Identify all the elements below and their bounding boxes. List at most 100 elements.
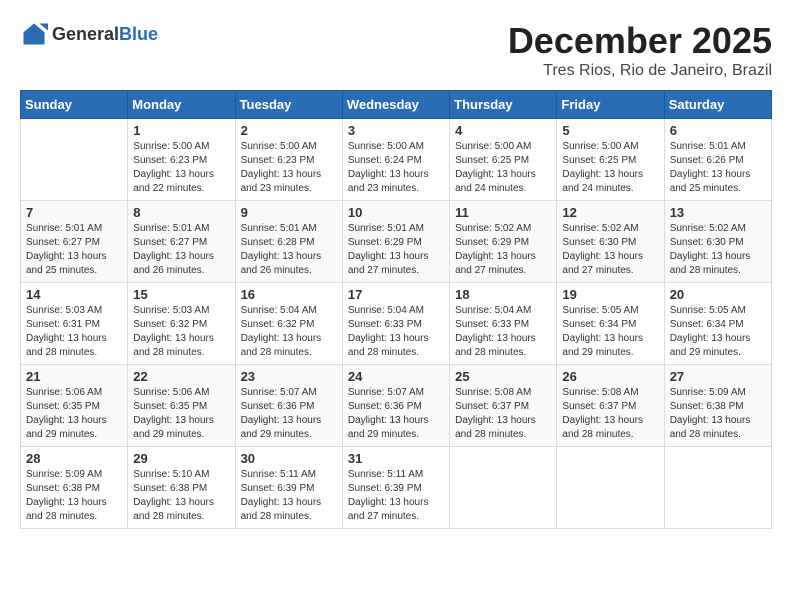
- calendar-cell: 5 Sunrise: 5:00 AMSunset: 6:25 PMDaylight…: [557, 119, 664, 201]
- calendar-cell: 15 Sunrise: 5:03 AMSunset: 6:32 PMDayligh…: [128, 283, 235, 365]
- calendar-cell: 8 Sunrise: 5:01 AMSunset: 6:27 PMDaylight…: [128, 201, 235, 283]
- calendar-cell: 4 Sunrise: 5:00 AMSunset: 6:25 PMDaylight…: [450, 119, 557, 201]
- day-info: Sunrise: 5:05 AMSunset: 6:34 PMDaylight:…: [670, 304, 766, 360]
- day-number: 17: [348, 287, 444, 302]
- calendar-cell: 31 Sunrise: 5:11 AMSunset: 6:39 PMDayligh…: [342, 447, 449, 529]
- weekday-header-sunday: Sunday: [21, 91, 128, 119]
- day-number: 18: [455, 287, 551, 302]
- logo: GeneralBlue: [20, 20, 158, 48]
- day-number: 22: [133, 369, 229, 384]
- day-info: Sunrise: 5:11 AMSunset: 6:39 PMDaylight:…: [241, 468, 337, 524]
- day-number: 3: [348, 123, 444, 138]
- logo-blue: Blue: [119, 24, 158, 44]
- calendar-cell: 16 Sunrise: 5:04 AMSunset: 6:32 PMDayligh…: [235, 283, 342, 365]
- calendar-cell: 12Sunrise: 5:02 AMSunset: 6:30 PMDayligh…: [557, 201, 664, 283]
- day-info: Sunrise: 5:00 AMSunset: 6:25 PMDaylight:…: [455, 140, 551, 196]
- day-info: Sunrise: 5:09 AMSunset: 6:38 PMDaylight:…: [26, 468, 122, 524]
- calendar-cell: 10 Sunrise: 5:01 AMSunset: 6:29 PMDayligh…: [342, 201, 449, 283]
- day-info: Sunrise: 5:01 AMSunset: 6:27 PMDaylight:…: [26, 222, 122, 278]
- week-row-2: 7 Sunrise: 5:01 AMSunset: 6:27 PMDaylight…: [21, 201, 772, 283]
- day-number: 11: [455, 205, 551, 220]
- day-number: 6: [670, 123, 766, 138]
- day-info: Sunrise: 5:02 AMSunset: 6:30 PMDaylight:…: [562, 222, 658, 278]
- day-number: 30: [241, 451, 337, 466]
- day-info: Sunrise: 5:00 AMSunset: 6:23 PMDaylight:…: [133, 140, 229, 196]
- day-number: 4: [455, 123, 551, 138]
- day-info: Sunrise: 5:07 AMSunset: 6:36 PMDaylight:…: [348, 386, 444, 442]
- day-info: Sunrise: 5:04 AMSunset: 6:33 PMDaylight:…: [348, 304, 444, 360]
- day-info: Sunrise: 5:08 AMSunset: 6:37 PMDaylight:…: [562, 386, 658, 442]
- calendar-cell: 18 Sunrise: 5:04 AMSunset: 6:33 PMDayligh…: [450, 283, 557, 365]
- day-info: Sunrise: 5:01 AMSunset: 6:27 PMDaylight:…: [133, 222, 229, 278]
- day-info: Sunrise: 5:11 AMSunset: 6:39 PMDaylight:…: [348, 468, 444, 524]
- day-number: 10: [348, 205, 444, 220]
- calendar-cell: 14 Sunrise: 5:03 AMSunset: 6:31 PMDayligh…: [21, 283, 128, 365]
- day-info: Sunrise: 5:03 AMSunset: 6:32 PMDaylight:…: [133, 304, 229, 360]
- day-info: Sunrise: 5:02 AMSunset: 6:29 PMDaylight:…: [455, 222, 551, 278]
- day-number: 16: [241, 287, 337, 302]
- month-title: December 2025: [508, 20, 772, 62]
- calendar-cell: 20 Sunrise: 5:05 AMSunset: 6:34 PMDayligh…: [664, 283, 771, 365]
- location-subtitle: Tres Rios, Rio de Janeiro, Brazil: [508, 62, 772, 80]
- day-info: Sunrise: 5:06 AMSunset: 6:35 PMDaylight:…: [26, 386, 122, 442]
- calendar-cell: [557, 447, 664, 529]
- calendar-cell: 13Sunrise: 5:02 AMSunset: 6:30 PMDayligh…: [664, 201, 771, 283]
- weekday-header-monday: Monday: [128, 91, 235, 119]
- calendar-cell: [21, 119, 128, 201]
- day-number: 26: [562, 369, 658, 384]
- calendar-cell: 23Sunrise: 5:07 AMSunset: 6:36 PMDayligh…: [235, 365, 342, 447]
- calendar-cell: 11 Sunrise: 5:02 AMSunset: 6:29 PMDayligh…: [450, 201, 557, 283]
- day-number: 9: [241, 205, 337, 220]
- calendar-cell: 1 Sunrise: 5:00 AMSunset: 6:23 PMDaylight…: [128, 119, 235, 201]
- calendar-cell: 30 Sunrise: 5:11 AMSunset: 6:39 PMDayligh…: [235, 447, 342, 529]
- weekday-header-wednesday: Wednesday: [342, 91, 449, 119]
- calendar-cell: 17 Sunrise: 5:04 AMSunset: 6:33 PMDayligh…: [342, 283, 449, 365]
- calendar-cell: 28Sunrise: 5:09 AMSunset: 6:38 PMDayligh…: [21, 447, 128, 529]
- day-number: 19: [562, 287, 658, 302]
- calendar-cell: 27Sunrise: 5:09 AMSunset: 6:38 PMDayligh…: [664, 365, 771, 447]
- calendar-table: SundayMondayTuesdayWednesdayThursdayFrid…: [20, 90, 772, 529]
- weekday-header-friday: Friday: [557, 91, 664, 119]
- weekday-header-saturday: Saturday: [664, 91, 771, 119]
- day-info: Sunrise: 5:04 AMSunset: 6:33 PMDaylight:…: [455, 304, 551, 360]
- day-number: 1: [133, 123, 229, 138]
- day-info: Sunrise: 5:04 AMSunset: 6:32 PMDaylight:…: [241, 304, 337, 360]
- weekday-header-row: SundayMondayTuesdayWednesdayThursdayFrid…: [21, 91, 772, 119]
- day-number: 5: [562, 123, 658, 138]
- page-header: GeneralBlue December 2025 Tres Rios, Rio…: [20, 20, 772, 80]
- day-info: Sunrise: 5:06 AMSunset: 6:35 PMDaylight:…: [133, 386, 229, 442]
- day-info: Sunrise: 5:09 AMSunset: 6:38 PMDaylight:…: [670, 386, 766, 442]
- day-number: 2: [241, 123, 337, 138]
- calendar-cell: 29Sunrise: 5:10 AMSunset: 6:38 PMDayligh…: [128, 447, 235, 529]
- day-number: 14: [26, 287, 122, 302]
- day-number: 8: [133, 205, 229, 220]
- day-number: 13: [670, 205, 766, 220]
- weekday-header-thursday: Thursday: [450, 91, 557, 119]
- title-area: December 2025 Tres Rios, Rio de Janeiro,…: [508, 20, 772, 80]
- day-number: 24: [348, 369, 444, 384]
- week-row-3: 14 Sunrise: 5:03 AMSunset: 6:31 PMDayligh…: [21, 283, 772, 365]
- day-number: 15: [133, 287, 229, 302]
- logo-general: General: [52, 24, 119, 44]
- day-info: Sunrise: 5:01 AMSunset: 6:26 PMDaylight:…: [670, 140, 766, 196]
- day-info: Sunrise: 5:01 AMSunset: 6:28 PMDaylight:…: [241, 222, 337, 278]
- day-info: Sunrise: 5:00 AMSunset: 6:25 PMDaylight:…: [562, 140, 658, 196]
- day-info: Sunrise: 5:00 AMSunset: 6:23 PMDaylight:…: [241, 140, 337, 196]
- day-info: Sunrise: 5:00 AMSunset: 6:24 PMDaylight:…: [348, 140, 444, 196]
- calendar-cell: [664, 447, 771, 529]
- day-info: Sunrise: 5:08 AMSunset: 6:37 PMDaylight:…: [455, 386, 551, 442]
- day-info: Sunrise: 5:01 AMSunset: 6:29 PMDaylight:…: [348, 222, 444, 278]
- calendar-cell: 6 Sunrise: 5:01 AMSunset: 6:26 PMDaylight…: [664, 119, 771, 201]
- logo-icon: [20, 20, 48, 48]
- day-number: 21: [26, 369, 122, 384]
- calendar-cell: 26 Sunrise: 5:08 AMSunset: 6:37 PMDayligh…: [557, 365, 664, 447]
- day-info: Sunrise: 5:03 AMSunset: 6:31 PMDaylight:…: [26, 304, 122, 360]
- week-row-4: 21 Sunrise: 5:06 AMSunset: 6:35 PMDayligh…: [21, 365, 772, 447]
- day-number: 7: [26, 205, 122, 220]
- calendar-cell: [450, 447, 557, 529]
- weekday-header-tuesday: Tuesday: [235, 91, 342, 119]
- calendar-cell: 22 Sunrise: 5:06 AMSunset: 6:35 PMDayligh…: [128, 365, 235, 447]
- day-number: 31: [348, 451, 444, 466]
- day-number: 20: [670, 287, 766, 302]
- day-number: 25: [455, 369, 551, 384]
